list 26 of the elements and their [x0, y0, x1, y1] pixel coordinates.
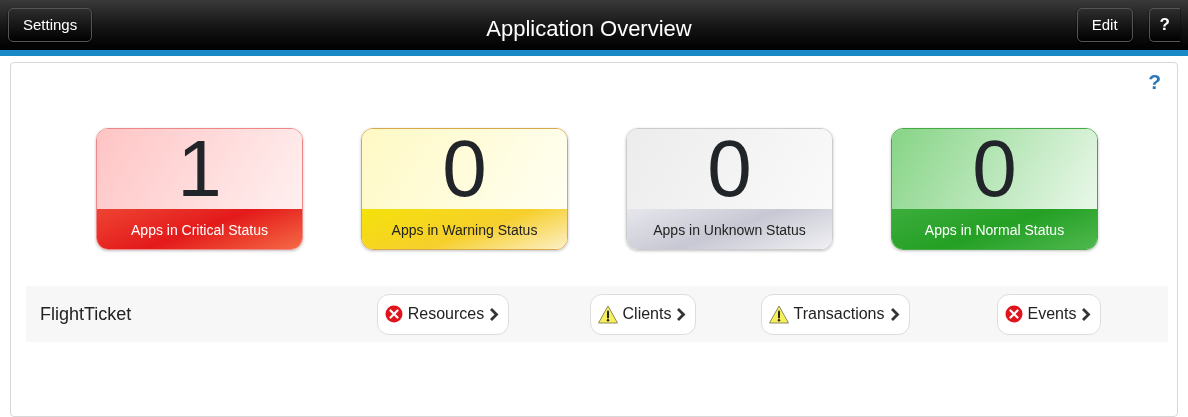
- status-label: Apps in Unknown Status: [653, 220, 806, 240]
- warning-icon: [597, 304, 618, 324]
- help-icon[interactable]: ?: [1148, 71, 1161, 92]
- app-name: FlightTicket: [39, 302, 132, 326]
- chevron-icon: [676, 306, 687, 322]
- status-label: Apps in Warning Status: [391, 220, 538, 240]
- status-link[interactable]: Clients: [589, 293, 697, 335]
- status-count: 0: [442, 129, 487, 209]
- status-link[interactable]: Resources: [376, 293, 510, 335]
- status-count: 1: [177, 129, 222, 209]
- status-label: Apps in Normal Status: [924, 220, 1065, 240]
- edit-button[interactable]: Edit: [1076, 8, 1133, 42]
- error-icon: [1004, 305, 1023, 323]
- status-link[interactable]: Events: [996, 293, 1102, 335]
- status-link[interactable]: Transactions: [760, 293, 910, 335]
- error-icon: [384, 305, 403, 323]
- chevron-icon: [1081, 306, 1092, 322]
- chevron-icon: [889, 306, 900, 322]
- chevron-icon: [489, 306, 500, 322]
- window-title: Application Overview: [485, 15, 693, 43]
- warning-icon: [768, 304, 789, 324]
- help-button[interactable]: ?: [1148, 8, 1180, 42]
- status-label: Apps in Critical Status: [131, 220, 268, 240]
- settings-button[interactable]: Settings: [8, 8, 93, 42]
- status-count: 0: [707, 129, 752, 209]
- status-count: 0: [972, 129, 1017, 209]
